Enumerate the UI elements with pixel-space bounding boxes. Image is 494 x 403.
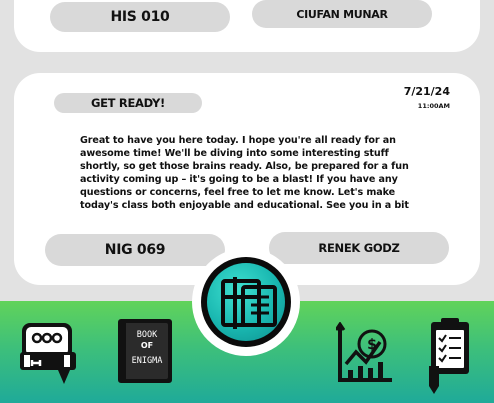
post-date: 7/21/24 — [403, 85, 450, 98]
post-title: GET READY! — [90, 96, 166, 110]
course-code: NIG 069 — [104, 242, 166, 258]
post-title-pill: GET READY! — [54, 93, 202, 113]
author-pill[interactable]: RENEK GODZ — [269, 232, 449, 264]
stats-chart-icon[interactable]: $ — [334, 321, 394, 384]
course-code-pill[interactable]: NIG 069 — [45, 234, 225, 266]
clipboard-pen-icon[interactable] — [425, 316, 473, 396]
book-title-line-1: BOOK — [137, 330, 158, 340]
home-button[interactable] — [192, 248, 300, 356]
previous-author: CIUFAN MUNAR — [296, 7, 388, 21]
post-body: Great to have you here today. I hope you… — [80, 135, 409, 211]
home-news-icon — [207, 263, 285, 341]
book-of-enigma-icon[interactable]: BOOK OF ENIGMA — [116, 317, 176, 385]
svg-text:$: $ — [367, 337, 377, 353]
chat-h-icon[interactable] — [18, 318, 80, 390]
book-title-line-2: OF — [141, 341, 153, 350]
author-name: RENEK GODZ — [318, 241, 400, 255]
post-timestamp: 7/21/24 11:00AM — [404, 85, 450, 110]
previous-course-code: HIS 010 — [110, 9, 170, 25]
previous-course-code-pill[interactable]: HIS 010 — [50, 2, 230, 32]
book-title-line-3: ENIGMA — [132, 356, 163, 366]
post-time: 11:00AM — [417, 102, 450, 110]
previous-author-pill[interactable]: CIUFAN MUNAR — [252, 0, 432, 28]
